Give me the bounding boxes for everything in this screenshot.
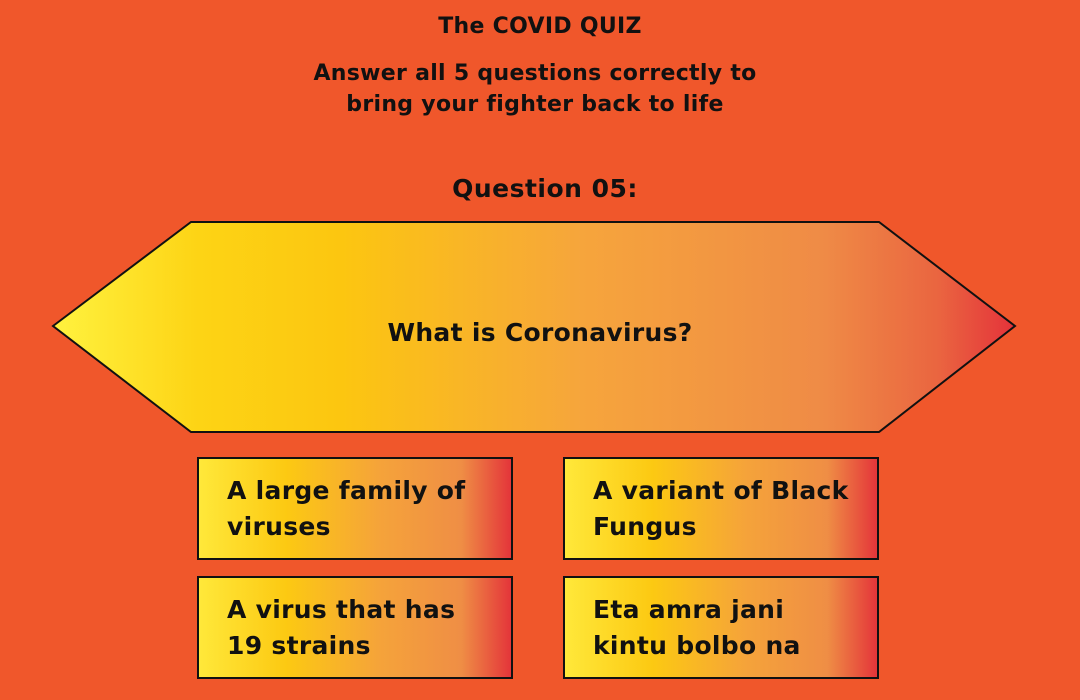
answer-option-label: Eta amra jani kintu bolbo na <box>593 594 801 660</box>
answer-option-c[interactable]: A virus that has 19 strains <box>197 576 513 679</box>
answer-option-a[interactable]: A large family of viruses <box>197 457 513 560</box>
answer-option-label: A large family of viruses <box>227 475 466 541</box>
answer-option-b[interactable]: A variant of Black Fungus <box>563 457 879 560</box>
question-text: What is Coronavirus? <box>387 318 693 347</box>
question-banner <box>51 221 1017 433</box>
answer-option-label: A variant of Black Fungus <box>593 475 849 541</box>
answer-option-d[interactable]: Eta amra jani kintu bolbo na <box>563 576 879 679</box>
answer-option-label: A virus that has 19 strains <box>227 594 456 660</box>
